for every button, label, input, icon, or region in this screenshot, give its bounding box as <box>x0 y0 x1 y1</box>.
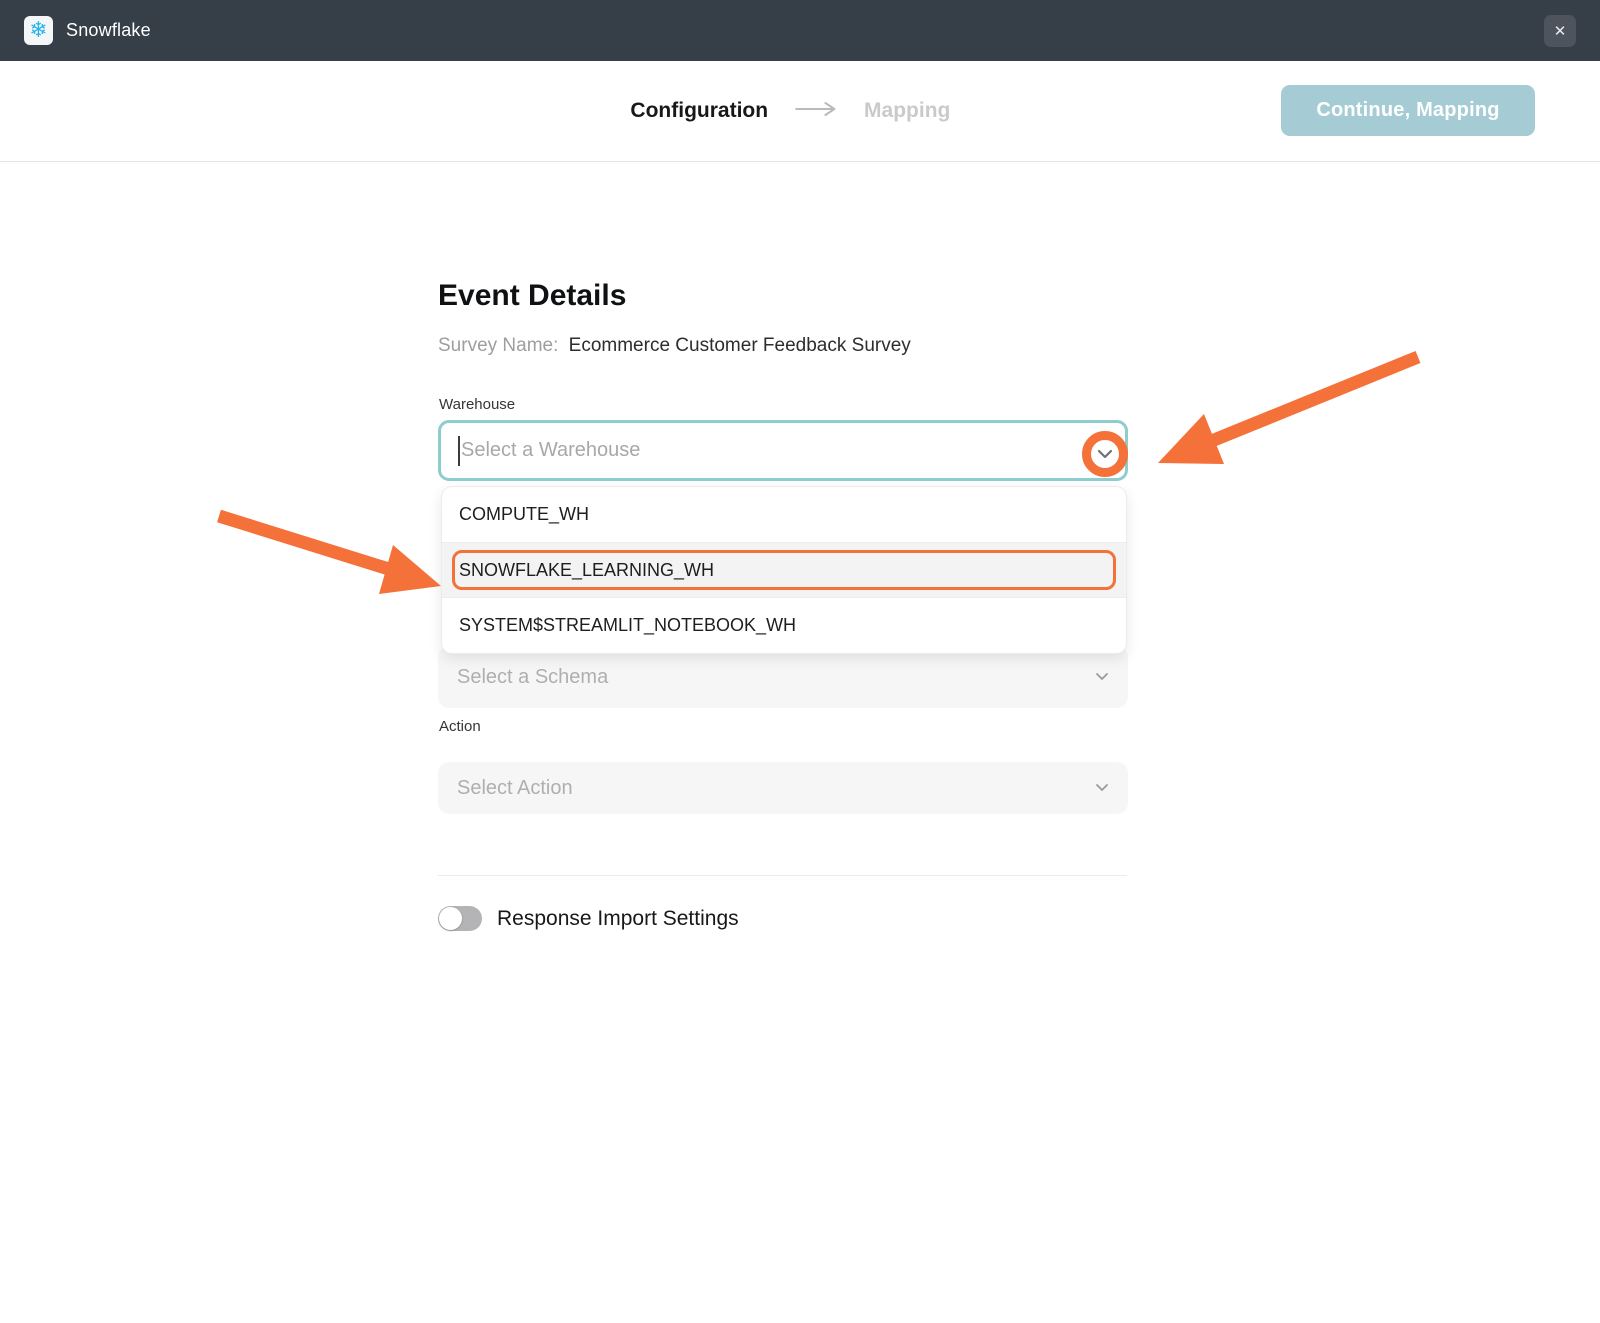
close-button[interactable]: ✕ <box>1544 15 1576 47</box>
warehouse-select[interactable]: Select a Warehouse <box>438 420 1128 481</box>
schema-select[interactable]: Select a Schema <box>438 646 1128 708</box>
page-title: Event Details <box>438 279 626 313</box>
survey-name-label: Survey Name: <box>438 335 558 356</box>
snowflake-icon: ❄ <box>24 16 53 45</box>
annotation-arrow-to-chevron <box>1158 357 1418 464</box>
app-title: Snowflake <box>66 20 151 41</box>
toggle-knob <box>439 907 462 930</box>
survey-name-value: Ecommerce Customer Feedback Survey <box>569 335 911 356</box>
close-icon: ✕ <box>1554 22 1567 40</box>
action-select[interactable]: Select Action <box>438 762 1128 814</box>
stepper-header: Configuration Mapping Continue, Mapping <box>0 61 1600 162</box>
survey-name-line: Survey Name: Ecommerce Customer Feedback… <box>438 335 911 357</box>
snowflake-integration-modal: ❄ Snowflake ✕ Configuration Mapping Cont… <box>0 0 1600 1323</box>
dropdown-option-system-streamlit-notebook-wh[interactable]: SYSTEM$STREAMLIT_NOTEBOOK_WH <box>442 597 1126 653</box>
stepper: Configuration Mapping <box>630 99 950 123</box>
arrow-right-icon <box>794 102 838 121</box>
warehouse-dropdown: COMPUTE_WH SNOWFLAKE_LEARNING_WH SYSTEM$… <box>441 486 1127 654</box>
chevron-down-icon <box>1095 668 1109 686</box>
action-placeholder: Select Action <box>457 777 573 800</box>
response-import-toggle[interactable] <box>438 906 482 931</box>
option-label: SNOWFLAKE_LEARNING_WH <box>459 560 714 581</box>
action-label: Action <box>439 718 481 735</box>
dropdown-option-snowflake-learning-wh[interactable]: SNOWFLAKE_LEARNING_WH <box>442 542 1126 598</box>
step-mapping: Mapping <box>864 99 950 123</box>
step-configuration: Configuration <box>630 99 768 123</box>
warehouse-placeholder: Select a Warehouse <box>461 439 640 462</box>
response-import-label: Response Import Settings <box>497 907 739 931</box>
schema-placeholder: Select a Schema <box>457 666 608 689</box>
chevron-down-icon <box>1095 779 1109 797</box>
text-caret <box>458 436 460 466</box>
titlebar: ❄ Snowflake ✕ <box>0 0 1600 61</box>
annotation-arrow-to-option <box>219 516 441 594</box>
chevron-highlight-ring <box>1082 431 1128 477</box>
snowflake-glyph: ❄ <box>29 20 47 42</box>
continue-mapping-button[interactable]: Continue, Mapping <box>1281 85 1535 136</box>
chevron-down-icon <box>1097 449 1113 459</box>
warehouse-label: Warehouse <box>439 396 515 413</box>
response-import-row: Response Import Settings <box>438 906 739 931</box>
dropdown-option-compute-wh[interactable]: COMPUTE_WH <box>442 487 1126 542</box>
section-divider <box>438 875 1127 876</box>
